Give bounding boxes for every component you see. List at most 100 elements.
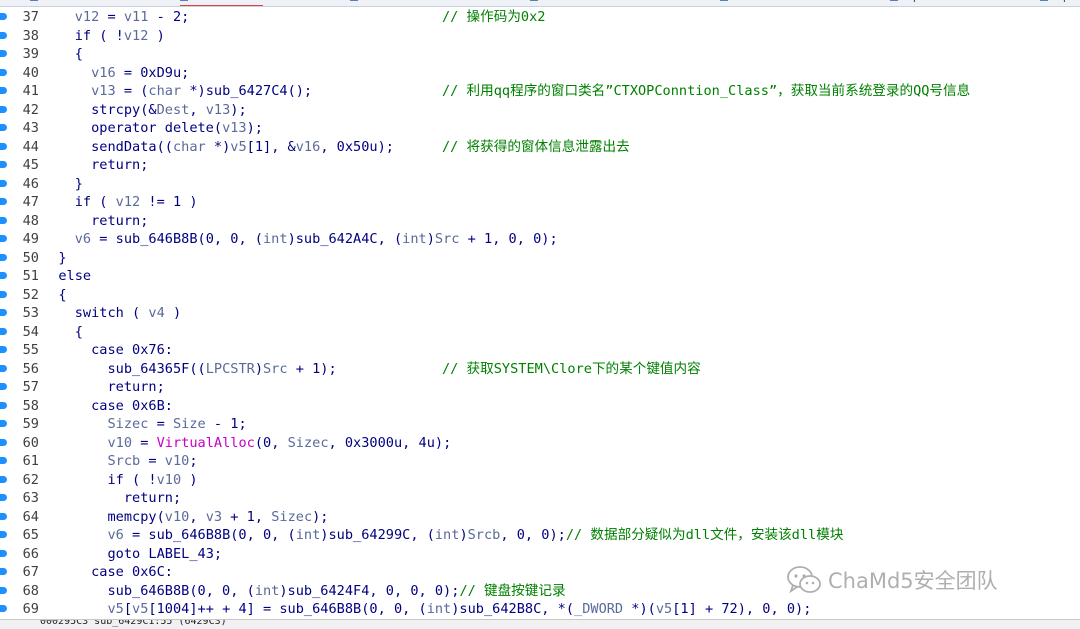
breakpoint-dot-icon[interactable] — [0, 142, 7, 150]
breakpoint-dot-icon[interactable] — [0, 272, 7, 279]
breakpoint-dot-icon[interactable] — [0, 161, 7, 168]
variable-token: Sizec — [287, 434, 329, 451]
code-line[interactable]: 61 Srcb = v10; — [0, 452, 1080, 471]
code-line[interactable]: 40 v16 = 0xD9u; — [0, 64, 1080, 83]
tab-0[interactable]: IDA View-A — [30, 0, 101, 5]
code-line[interactable]: 47 if ( v12 != 1 ) — [0, 193, 1080, 212]
code-line[interactable]: 69 v5[v5[1004]++ + 4] = sub_646B8B(0, 0,… — [0, 600, 1080, 619]
code-line[interactable]: 64 memcpy(v10, v3 + 1, Sizec); — [0, 508, 1080, 527]
code-line[interactable]: 43 operator delete(v13); — [0, 119, 1080, 138]
code-line[interactable]: 38 if ( !v12 ) — [0, 27, 1080, 46]
breakpoint-dot-icon[interactable] — [0, 13, 7, 20]
breakpoint-dot-icon[interactable] — [0, 586, 7, 594]
breakpoint-dot-icon[interactable] — [0, 420, 7, 427]
code-token: [1004]++ + 4] = sub_646B8B(0, 0, ( — [148, 601, 427, 617]
pseudocode-view[interactable]: 37 v12 = v11 - 2;// 操作码为0x2 38 if ( !v12 … — [0, 8, 1080, 619]
code-text: sub_64365F((LPCSTR)Src + 1); — [42, 360, 336, 379]
code-text: goto LABEL_43; — [42, 545, 222, 564]
code-token: { — [74, 323, 83, 340]
breakpoint-dot-icon[interactable] — [0, 364, 7, 372]
variable-token: v12 — [115, 194, 141, 210]
breakpoint-dot-icon[interactable] — [0, 198, 7, 205]
breakpoint-dot-icon[interactable] — [0, 216, 7, 224]
code-line[interactable]: 56 sub_64365F((LPCSTR)Src + 1); // 获取SYST… — [0, 360, 1080, 379]
breakpoint-dot-icon[interactable] — [0, 124, 7, 131]
code-line[interactable]: 66 goto LABEL_43; — [0, 545, 1080, 564]
breakpoint-dot-icon[interactable] — [0, 457, 7, 464]
code-line[interactable]: 60 v10 = VirtualAlloc(0, Sizec, 0x3000u,… — [0, 434, 1080, 453]
breakpoint-dot-icon[interactable] — [0, 605, 7, 612]
breakpoint-dot-icon[interactable] — [0, 512, 7, 520]
tab-bar: IDA View-A Pseudocode-A Hex View-1 Structur… — [0, 0, 1080, 7]
code-line[interactable]: 45 return; — [0, 156, 1080, 175]
code-line[interactable]: 39 { — [0, 45, 1080, 64]
code-line[interactable]: 48 return; — [0, 212, 1080, 231]
code-line[interactable]: 42 strcpy(&Dest, v13); — [0, 101, 1080, 120]
variable-token: Dest — [156, 101, 190, 118]
code-line[interactable]: 50 } — [0, 249, 1080, 268]
breakpoint-dot-icon[interactable] — [0, 531, 7, 538]
line-number: 56 — [22, 360, 39, 377]
breakpoint-dot-icon[interactable] — [0, 235, 7, 242]
breakpoint-dot-icon[interactable] — [0, 438, 7, 446]
breakpoint-dot-icon[interactable] — [0, 105, 7, 113]
breakpoint-dot-icon[interactable] — [0, 309, 7, 316]
tab-1[interactable]: Pseudocode-A — [180, 0, 264, 6]
code-line[interactable]: 57 return; — [0, 378, 1080, 397]
line-number: 37 — [22, 9, 39, 25]
code-token: switch ( — [74, 305, 149, 321]
code-text: v5[v5[1004]++ + 4] = sub_646B8B(0, 0, (i… — [42, 600, 811, 619]
breakpoint-dot-icon[interactable] — [0, 179, 7, 187]
tab-4[interactable]: Enums — [720, 0, 761, 5]
line-number: 42 — [22, 101, 39, 118]
code-text: { — [42, 323, 83, 342]
code-line[interactable]: 54 { — [0, 323, 1080, 342]
code-token: } — [58, 249, 67, 266]
code-line[interactable]: 49 v6 = sub_646B8B(0, 0, (int)sub_642A4C… — [0, 230, 1080, 249]
tab-3[interactable]: Structures — [530, 0, 601, 5]
breakpoint-dot-icon[interactable] — [0, 549, 7, 557]
tab-5[interactable]: Imports — [890, 0, 943, 5]
code-line[interactable]: 41 v13 = (char *)sub_6427C4(); // 利用qq程序的… — [0, 82, 1080, 101]
code-line[interactable]: 55 case 0x76: — [0, 341, 1080, 360]
code-line[interactable]: 44 sendData((char *)v5[1], &v16, 0x50u);… — [0, 138, 1080, 157]
breakpoint-dot-icon[interactable] — [0, 494, 7, 501]
code-token: , — [189, 101, 206, 118]
breakpoint-dot-icon[interactable] — [0, 87, 7, 94]
code-line[interactable]: 63 return; — [0, 489, 1080, 508]
breakpoint-dot-icon[interactable] — [0, 50, 7, 57]
code-token: *)( — [623, 601, 656, 617]
code-line[interactable]: 65 v6 = sub_646B8B(0, 0, (int)sub_64299C… — [0, 526, 1080, 545]
breakpoint-dot-icon[interactable] — [0, 253, 7, 261]
tab-2[interactable]: Hex View-1 — [350, 0, 421, 5]
line-number: 38 — [22, 27, 39, 44]
code-line[interactable]: 62 if ( !v10 ) — [0, 471, 1080, 490]
code-line[interactable]: 59 Sizec = Size - 1; — [0, 415, 1080, 434]
code-token: { — [58, 286, 67, 303]
code-line[interactable]: 51 else — [0, 267, 1080, 286]
breakpoint-dot-icon[interactable] — [0, 327, 7, 335]
code-line[interactable]: 58 case 0x6B: — [0, 397, 1080, 416]
variable-token: Sizec — [107, 416, 149, 432]
line-number: 52 — [22, 286, 39, 303]
code-line[interactable]: 52 { — [0, 286, 1080, 305]
breakpoint-dot-icon[interactable] — [0, 68, 7, 76]
breakpoint-dot-icon[interactable] — [0, 31, 7, 39]
breakpoint-dot-icon[interactable] — [0, 568, 7, 575]
code-line[interactable]: 37 v12 = v11 - 2; // 操作码为0x2 — [0, 8, 1080, 27]
breakpoint-dot-icon[interactable] — [0, 401, 7, 409]
code-line[interactable]: 53 switch ( v4 ) — [0, 304, 1080, 323]
breakpoint-dot-icon[interactable] — [0, 475, 7, 483]
code-token: return; — [91, 212, 149, 229]
breakpoint-dot-icon[interactable] — [0, 290, 7, 298]
code-token: ); — [312, 508, 329, 525]
breakpoint-dot-icon[interactable] — [0, 346, 7, 353]
tab-6[interactable]: Exports — [1040, 0, 1080, 5]
code-line[interactable]: 46 } — [0, 175, 1080, 194]
breakpoint-dot-icon[interactable] — [0, 383, 7, 390]
